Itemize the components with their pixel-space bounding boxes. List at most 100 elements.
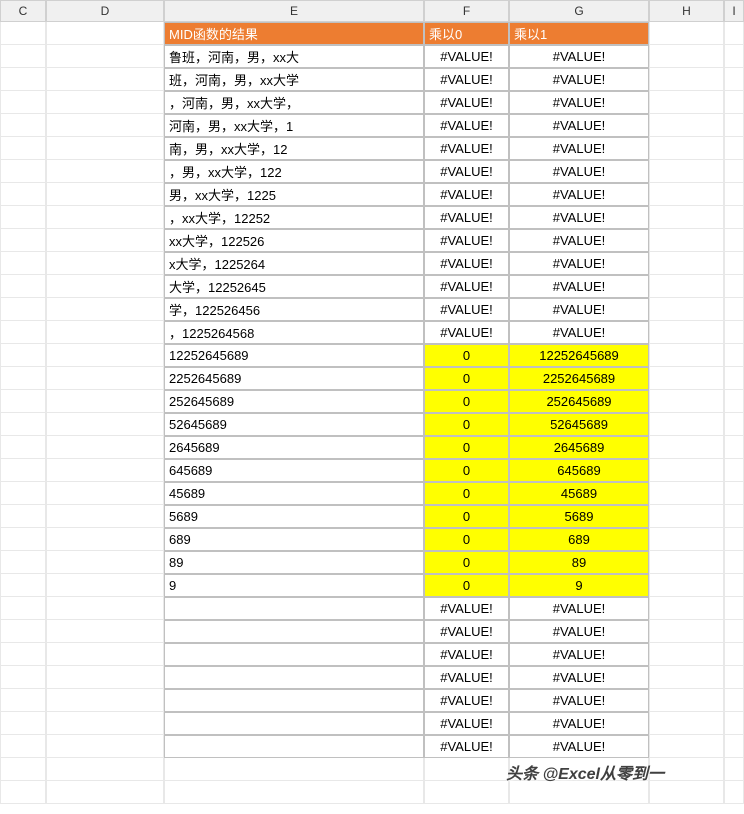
cell-empty[interactable] — [649, 505, 724, 528]
cell-empty[interactable] — [509, 781, 649, 804]
cell-multiply-one[interactable]: 89 — [509, 551, 649, 574]
cell-multiply-zero[interactable]: #VALUE! — [424, 689, 509, 712]
cell-mid-result[interactable]: 645689 — [164, 459, 424, 482]
cell-empty[interactable] — [0, 781, 46, 804]
cell-empty[interactable] — [0, 666, 46, 689]
cell-empty[interactable] — [0, 298, 46, 321]
cell-multiply-zero[interactable]: #VALUE! — [424, 137, 509, 160]
cell-multiply-zero[interactable]: #VALUE! — [424, 229, 509, 252]
cell-empty[interactable] — [46, 183, 164, 206]
cell-empty[interactable] — [46, 459, 164, 482]
cell-empty[interactable] — [724, 689, 744, 712]
cell-empty[interactable] — [724, 528, 744, 551]
cell-multiply-zero[interactable]: #VALUE! — [424, 91, 509, 114]
cell-empty[interactable] — [724, 413, 744, 436]
header-mid-result[interactable]: MID函数的结果 — [164, 22, 424, 45]
cell-empty[interactable] — [46, 620, 164, 643]
cell-multiply-one[interactable]: #VALUE! — [509, 206, 649, 229]
cell-empty[interactable] — [46, 528, 164, 551]
cell-empty[interactable] — [649, 321, 724, 344]
cell-mid-result[interactable] — [164, 689, 424, 712]
cell-empty[interactable] — [0, 505, 46, 528]
cell-empty[interactable] — [724, 137, 744, 160]
cell-empty[interactable] — [649, 252, 724, 275]
cell-empty[interactable] — [724, 344, 744, 367]
cell-empty[interactable] — [0, 367, 46, 390]
cell-empty[interactable] — [0, 643, 46, 666]
cell-mid-result[interactable]: 45689 — [164, 482, 424, 505]
cell-empty[interactable] — [46, 666, 164, 689]
cell-empty[interactable] — [724, 91, 744, 114]
cell-empty[interactable] — [649, 367, 724, 390]
cell-empty[interactable] — [0, 735, 46, 758]
cell-empty[interactable] — [649, 45, 724, 68]
cell-empty[interactable] — [46, 206, 164, 229]
cell-multiply-one[interactable]: #VALUE! — [509, 68, 649, 91]
cell-empty[interactable] — [649, 620, 724, 643]
cell-multiply-one[interactable]: 52645689 — [509, 413, 649, 436]
cell-empty[interactable] — [724, 390, 744, 413]
cell-empty[interactable] — [724, 367, 744, 390]
cell-empty[interactable] — [649, 712, 724, 735]
cell-empty[interactable] — [0, 114, 46, 137]
cell-empty[interactable] — [649, 275, 724, 298]
cell-empty[interactable] — [724, 620, 744, 643]
cell-multiply-zero[interactable]: 0 — [424, 436, 509, 459]
cell-mid-result[interactable]: 2252645689 — [164, 367, 424, 390]
cell-multiply-one[interactable]: 5689 — [509, 505, 649, 528]
cell-empty[interactable] — [649, 183, 724, 206]
cell-empty[interactable] — [46, 781, 164, 804]
cell-mid-result[interactable]: ，xx大学，12252 — [164, 206, 424, 229]
cell-multiply-one[interactable]: 45689 — [509, 482, 649, 505]
cell-empty[interactable] — [649, 436, 724, 459]
cell-mid-result[interactable]: 河南，男，xx大学，1 — [164, 114, 424, 137]
cell-empty[interactable] — [649, 459, 724, 482]
cell-empty[interactable] — [724, 298, 744, 321]
cell-empty[interactable] — [649, 528, 724, 551]
cell-mid-result[interactable]: 689 — [164, 528, 424, 551]
cell-multiply-one[interactable]: #VALUE! — [509, 275, 649, 298]
cell-empty[interactable] — [649, 689, 724, 712]
cell-multiply-zero[interactable]: #VALUE! — [424, 321, 509, 344]
cell-empty[interactable] — [46, 45, 164, 68]
header-multiply-zero[interactable]: 乘以0 — [424, 22, 509, 45]
col-header-g[interactable]: G — [509, 0, 649, 22]
cell-multiply-zero[interactable]: #VALUE! — [424, 45, 509, 68]
cell-empty[interactable] — [46, 597, 164, 620]
cell-empty[interactable] — [724, 482, 744, 505]
cell-mid-result[interactable]: 鲁班，河南，男，xx大 — [164, 45, 424, 68]
cell-mid-result[interactable]: 252645689 — [164, 390, 424, 413]
cell-multiply-one[interactable]: 9 — [509, 574, 649, 597]
cell-mid-result[interactable]: 2645689 — [164, 436, 424, 459]
cell-multiply-zero[interactable]: #VALUE! — [424, 298, 509, 321]
cell-multiply-one[interactable]: #VALUE! — [509, 114, 649, 137]
cell-mid-result[interactable] — [164, 597, 424, 620]
cell-empty[interactable] — [649, 574, 724, 597]
col-header-d[interactable]: D — [46, 0, 164, 22]
cell-multiply-zero[interactable]: #VALUE! — [424, 620, 509, 643]
cell-mid-result[interactable]: 男，xx大学，1225 — [164, 183, 424, 206]
cell-mid-result[interactable] — [164, 712, 424, 735]
cell-multiply-zero[interactable]: #VALUE! — [424, 206, 509, 229]
cell-empty[interactable] — [724, 252, 744, 275]
cell-multiply-one[interactable]: #VALUE! — [509, 597, 649, 620]
cell-empty[interactable] — [0, 183, 46, 206]
cell-empty[interactable] — [0, 482, 46, 505]
cell-mid-result[interactable]: 89 — [164, 551, 424, 574]
cell-multiply-zero[interactable]: #VALUE! — [424, 160, 509, 183]
cell-empty[interactable] — [0, 528, 46, 551]
cell-empty[interactable] — [649, 160, 724, 183]
cell-empty[interactable] — [46, 390, 164, 413]
cell-multiply-zero[interactable]: 0 — [424, 367, 509, 390]
cell-multiply-one[interactable]: 12252645689 — [509, 344, 649, 367]
cell-empty[interactable] — [724, 666, 744, 689]
cell-multiply-zero[interactable]: #VALUE! — [424, 275, 509, 298]
cell-multiply-one[interactable]: #VALUE! — [509, 252, 649, 275]
cell-empty[interactable] — [164, 781, 424, 804]
cell-empty[interactable] — [0, 413, 46, 436]
cell-multiply-zero[interactable]: #VALUE! — [424, 735, 509, 758]
cell-empty[interactable] — [724, 45, 744, 68]
cell-empty[interactable] — [46, 160, 164, 183]
cell-mid-result[interactable]: 52645689 — [164, 413, 424, 436]
cell-mid-result[interactable]: 班，河南，男，xx大学 — [164, 68, 424, 91]
